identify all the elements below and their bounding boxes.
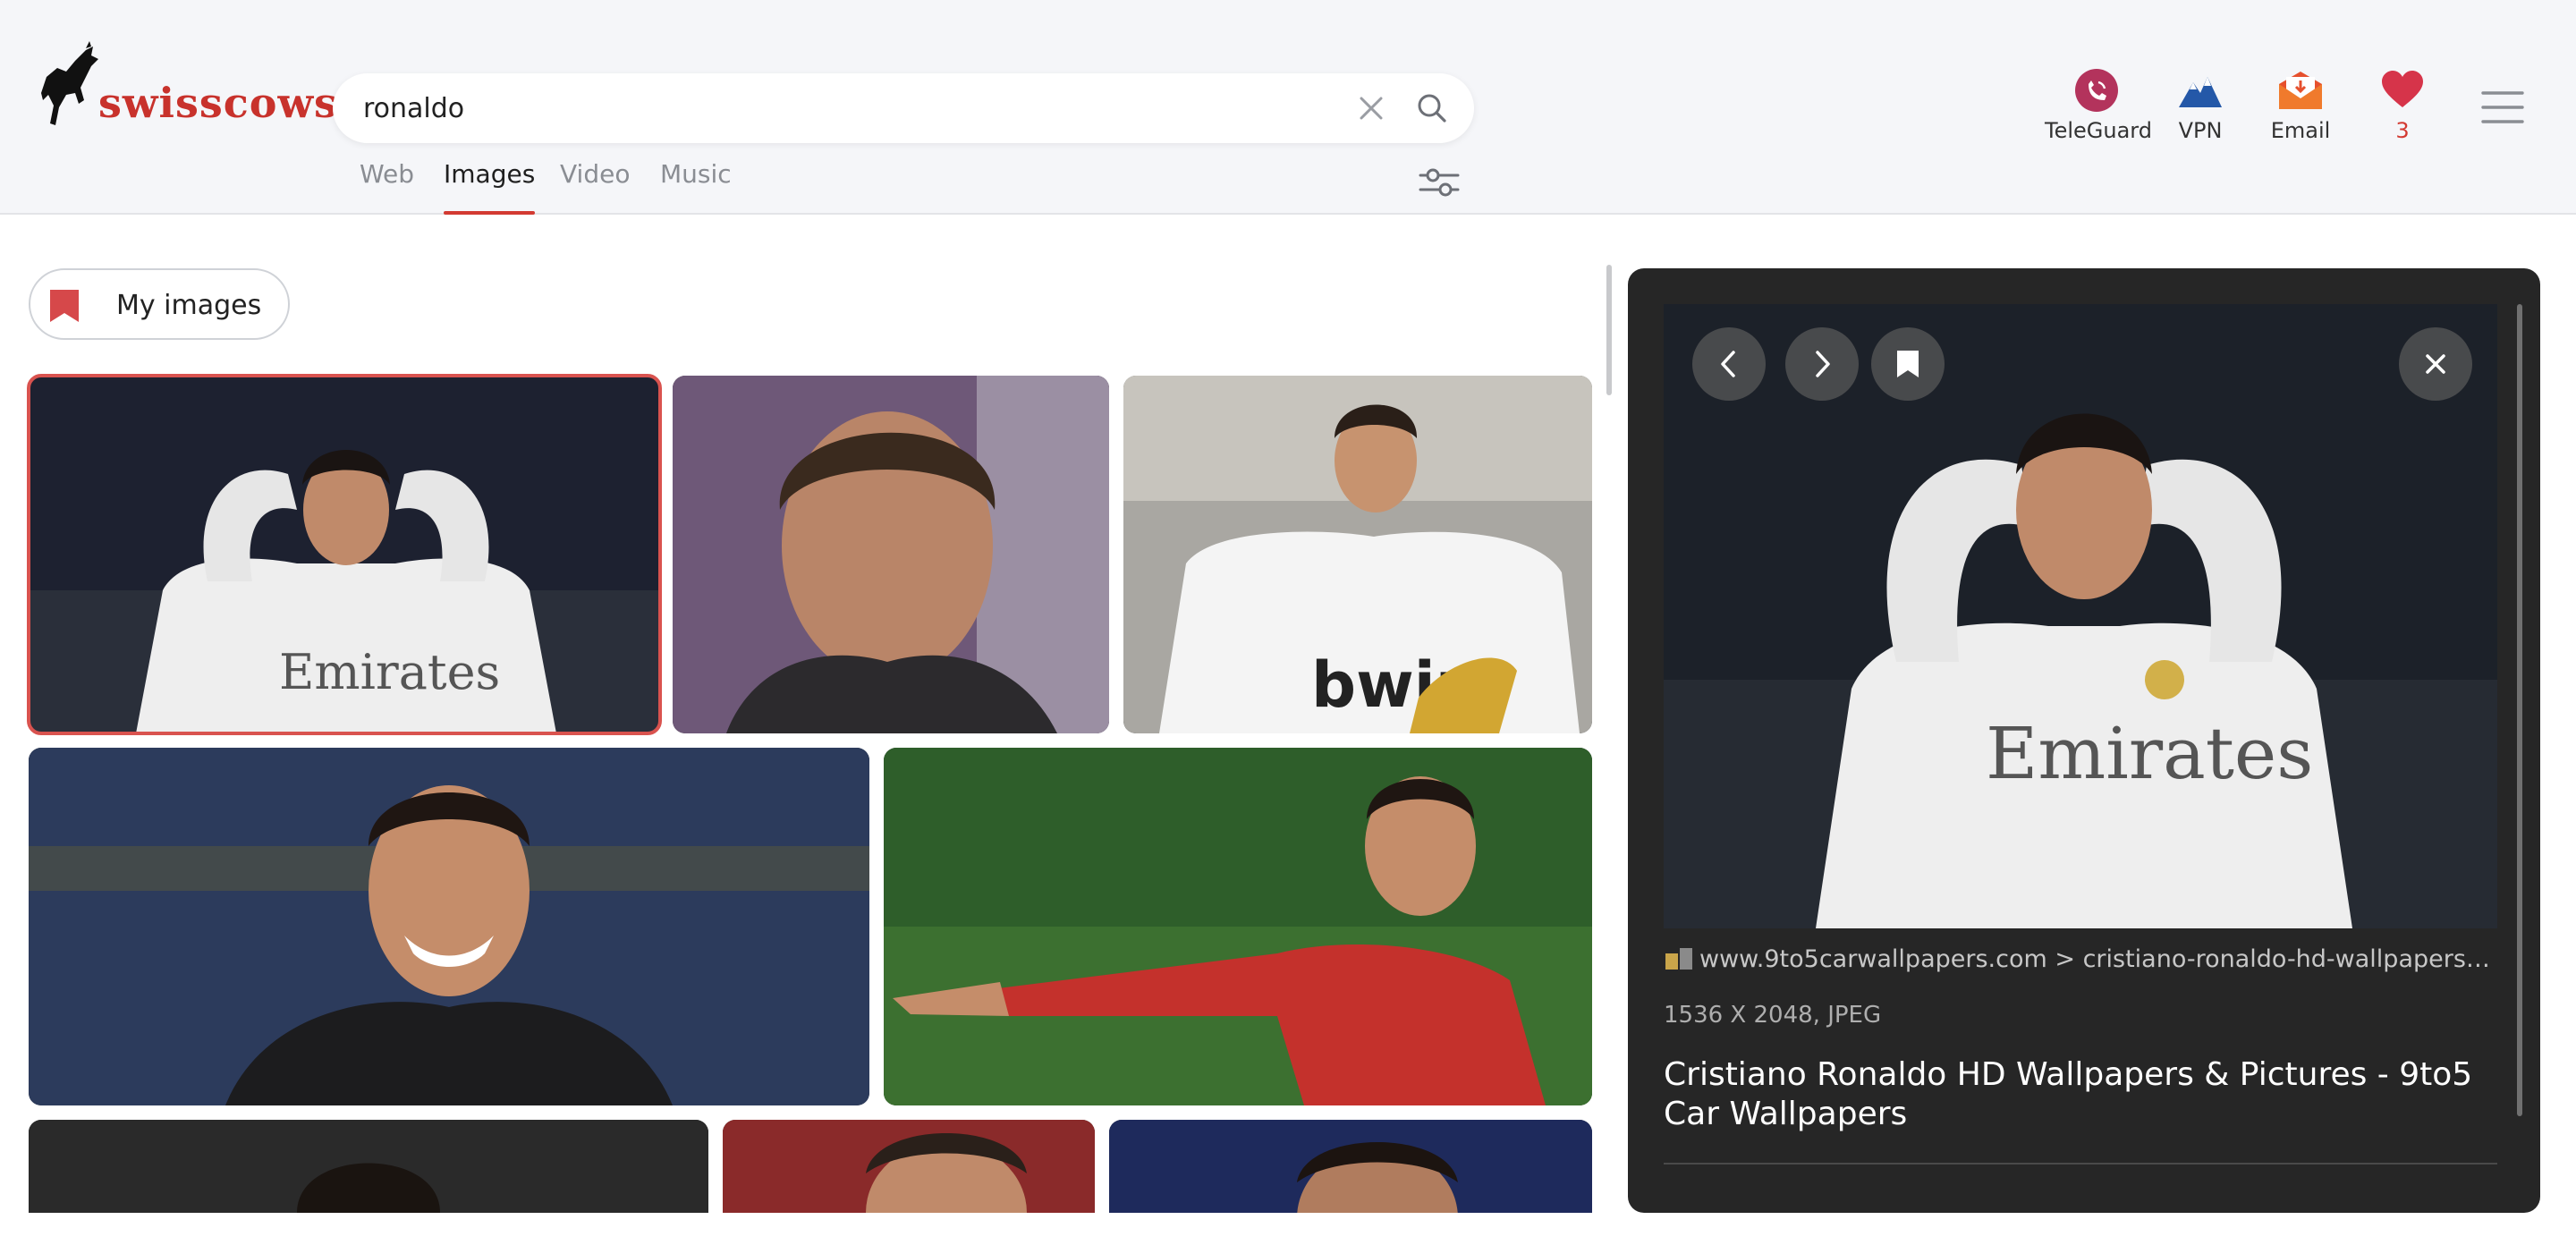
image-result-3[interactable]: bwin bbox=[1123, 376, 1592, 733]
preview-image[interactable]: Emirates bbox=[1664, 304, 2497, 928]
image-result-6[interactable] bbox=[29, 1120, 708, 1213]
vpn-mountain-icon bbox=[2179, 77, 2222, 107]
chevron-left-icon bbox=[1721, 351, 1735, 377]
ronaldo-photo: Emirates bbox=[29, 376, 660, 733]
source-link[interactable]: www.9to5carwallpapers.com > cristiano-ro… bbox=[1664, 944, 2496, 980]
logo-text: swisscows bbox=[98, 79, 338, 127]
filter-settings-icon[interactable] bbox=[1419, 165, 1460, 200]
my-images-button[interactable]: My images bbox=[29, 268, 290, 340]
image-result-5[interactable] bbox=[884, 748, 1592, 1105]
svg-text:Emirates: Emirates bbox=[279, 644, 500, 700]
vpn-label: VPN bbox=[2178, 118, 2223, 143]
tab-music[interactable]: Music bbox=[660, 159, 732, 215]
heart-icon bbox=[2382, 71, 2423, 107]
tab-images[interactable]: Images bbox=[444, 159, 536, 215]
vpn-link[interactable]: VPN bbox=[2170, 68, 2231, 148]
search-input[interactable] bbox=[363, 86, 1347, 131]
teleguard-label: TeleGuard bbox=[2045, 118, 2152, 143]
ronaldo-photo bbox=[673, 376, 1109, 733]
svg-text:Emirates: Emirates bbox=[1986, 712, 2313, 795]
image-result-2[interactable] bbox=[673, 376, 1109, 733]
ronaldo-photo bbox=[29, 748, 869, 1105]
results-scrollbar[interactable] bbox=[1606, 265, 1612, 395]
image-meta: 1536 X 2048, JPEG bbox=[1664, 1002, 1882, 1029]
image-result-1[interactable]: Emirates bbox=[27, 374, 662, 735]
email-link[interactable]: Email bbox=[2268, 68, 2333, 148]
ronaldo-photo bbox=[723, 1120, 1095, 1213]
next-image-button[interactable] bbox=[1785, 327, 1859, 401]
chevron-right-icon bbox=[1816, 351, 1830, 377]
favorites-count: 3 bbox=[2395, 118, 2410, 143]
save-image-button[interactable] bbox=[1871, 327, 1945, 401]
preview-scrollbar[interactable] bbox=[2517, 304, 2522, 1116]
site-favicon-icon bbox=[1665, 948, 1692, 970]
search-icon[interactable] bbox=[1417, 93, 1447, 123]
image-result-7[interactable] bbox=[723, 1120, 1095, 1213]
menu-icon[interactable] bbox=[2479, 89, 2526, 125]
search-box bbox=[333, 73, 1474, 143]
email-label: Email bbox=[2270, 118, 2331, 143]
ronaldo-photo bbox=[29, 1120, 708, 1213]
bookmark-icon bbox=[50, 290, 79, 322]
ronaldo-photo bbox=[884, 748, 1592, 1105]
swisscows-logo[interactable]: swisscows bbox=[39, 41, 337, 134]
prev-image-button[interactable] bbox=[1692, 327, 1766, 401]
close-preview-button[interactable] bbox=[2399, 327, 2472, 401]
header: swisscows Web Images Video Music TeleGua… bbox=[0, 0, 2576, 215]
bookmark-icon bbox=[1897, 351, 1919, 377]
image-result-4[interactable] bbox=[29, 748, 869, 1105]
ronaldo-photo: bwin bbox=[1123, 376, 1592, 733]
tab-video[interactable]: Video bbox=[560, 159, 630, 215]
preview-title[interactable]: Cristiano Ronaldo HD Wallpapers & Pictur… bbox=[1664, 1055, 2496, 1134]
image-preview-panel: Emirates www.9to5carwallpapers.com > cri… bbox=[1628, 268, 2540, 1213]
close-icon[interactable] bbox=[1358, 95, 1385, 122]
teleguard-link[interactable]: TeleGuard bbox=[2045, 68, 2152, 148]
close-icon bbox=[2426, 354, 2445, 374]
my-images-label: My images bbox=[116, 290, 262, 321]
tab-web[interactable]: Web bbox=[360, 159, 414, 215]
cow-logo-icon bbox=[41, 41, 98, 125]
email-icon bbox=[2279, 72, 2322, 109]
ronaldo-photo bbox=[1109, 1120, 1592, 1213]
source-url: www.9to5carwallpapers.com > cristiano-ro… bbox=[1699, 945, 2496, 973]
teleguard-icon bbox=[2075, 69, 2118, 112]
favorites-link[interactable]: 3 bbox=[2379, 68, 2426, 148]
image-result-8[interactable] bbox=[1109, 1120, 1592, 1213]
divider bbox=[1664, 1163, 2497, 1165]
